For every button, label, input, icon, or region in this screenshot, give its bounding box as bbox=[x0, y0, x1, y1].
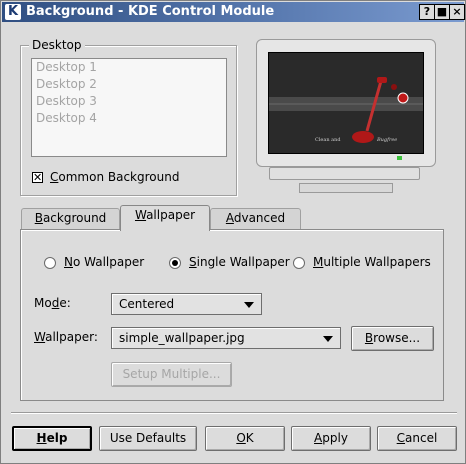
title-bar[interactable]: K Background - KDE Control Module ? ■ × bbox=[2, 2, 465, 22]
monitor-base bbox=[269, 167, 420, 180]
tab-wallpaper[interactable]: Wallpaper bbox=[120, 205, 210, 231]
no-wallpaper-radio[interactable] bbox=[44, 257, 56, 269]
list-item[interactable]: Desktop 3 bbox=[36, 93, 97, 110]
apply-button[interactable]: Apply bbox=[291, 426, 371, 451]
single-wallpaper-label[interactable]: Single Wallpaper bbox=[189, 255, 290, 269]
wallpaper-value: simple_wallpaper.jpg bbox=[119, 331, 245, 345]
maximize-icon[interactable]: ■ bbox=[434, 4, 450, 20]
mode-label: Mode: bbox=[34, 296, 71, 310]
monitor-foot bbox=[299, 183, 393, 193]
common-background-checkbox[interactable]: ✕ bbox=[32, 172, 43, 183]
cancel-button[interactable]: Cancel bbox=[377, 426, 457, 451]
ok-button[interactable]: OK bbox=[205, 426, 285, 451]
setup-multiple-button[interactable]: Setup Multiple... bbox=[111, 362, 232, 387]
wallpaper-preview: Clean and Bugfree bbox=[268, 52, 424, 154]
preview-brand: Bugfree bbox=[376, 137, 397, 143]
common-background-label[interactable]: Common Background bbox=[50, 170, 179, 184]
tab-background[interactable]: Background bbox=[21, 208, 120, 229]
monitor-preview: Clean and Bugfree bbox=[256, 39, 436, 167]
desktop-group-title: Desktop bbox=[29, 38, 85, 52]
tab-advanced[interactable]: Advanced bbox=[210, 208, 301, 229]
footer-separator bbox=[11, 412, 457, 414]
mode-value: Centered bbox=[119, 297, 175, 311]
desktop-list[interactable]: Desktop 1 Desktop 2 Desktop 3 Desktop 4 bbox=[31, 58, 227, 157]
use-defaults-button[interactable]: Use Defaults bbox=[99, 426, 197, 451]
wallpaper-label: Wallpaper: bbox=[34, 330, 98, 344]
window-title: Background - KDE Control Module bbox=[26, 4, 275, 19]
mode-select[interactable]: Centered bbox=[111, 293, 262, 315]
preview-caption: Clean and bbox=[315, 137, 341, 143]
multiple-wallpapers-label[interactable]: Multiple Wallpapers bbox=[313, 255, 431, 269]
list-item[interactable]: Desktop 2 bbox=[36, 76, 97, 93]
chevron-down-icon bbox=[323, 336, 333, 342]
list-item[interactable]: Desktop 1 bbox=[36, 59, 97, 76]
help-icon[interactable]: ? bbox=[419, 4, 435, 20]
power-led-icon bbox=[397, 156, 402, 160]
list-item[interactable]: Desktop 4 bbox=[36, 110, 97, 127]
help-button[interactable]: Help bbox=[12, 426, 92, 451]
kde-icon[interactable]: K bbox=[5, 4, 21, 20]
wallpaper-image: Clean and Bugfree bbox=[269, 53, 423, 153]
close-icon[interactable]: × bbox=[449, 4, 465, 20]
kde-control-module-window: K Background - KDE Control Module ? ■ × … bbox=[0, 0, 466, 464]
single-wallpaper-radio[interactable] bbox=[169, 257, 181, 269]
wallpaper-select[interactable]: simple_wallpaper.jpg bbox=[111, 327, 341, 349]
chevron-down-icon bbox=[244, 302, 254, 308]
multiple-wallpapers-radio[interactable] bbox=[293, 257, 305, 269]
browse-button[interactable]: Browse... bbox=[351, 326, 434, 351]
no-wallpaper-label[interactable]: No Wallpaper bbox=[64, 255, 144, 269]
